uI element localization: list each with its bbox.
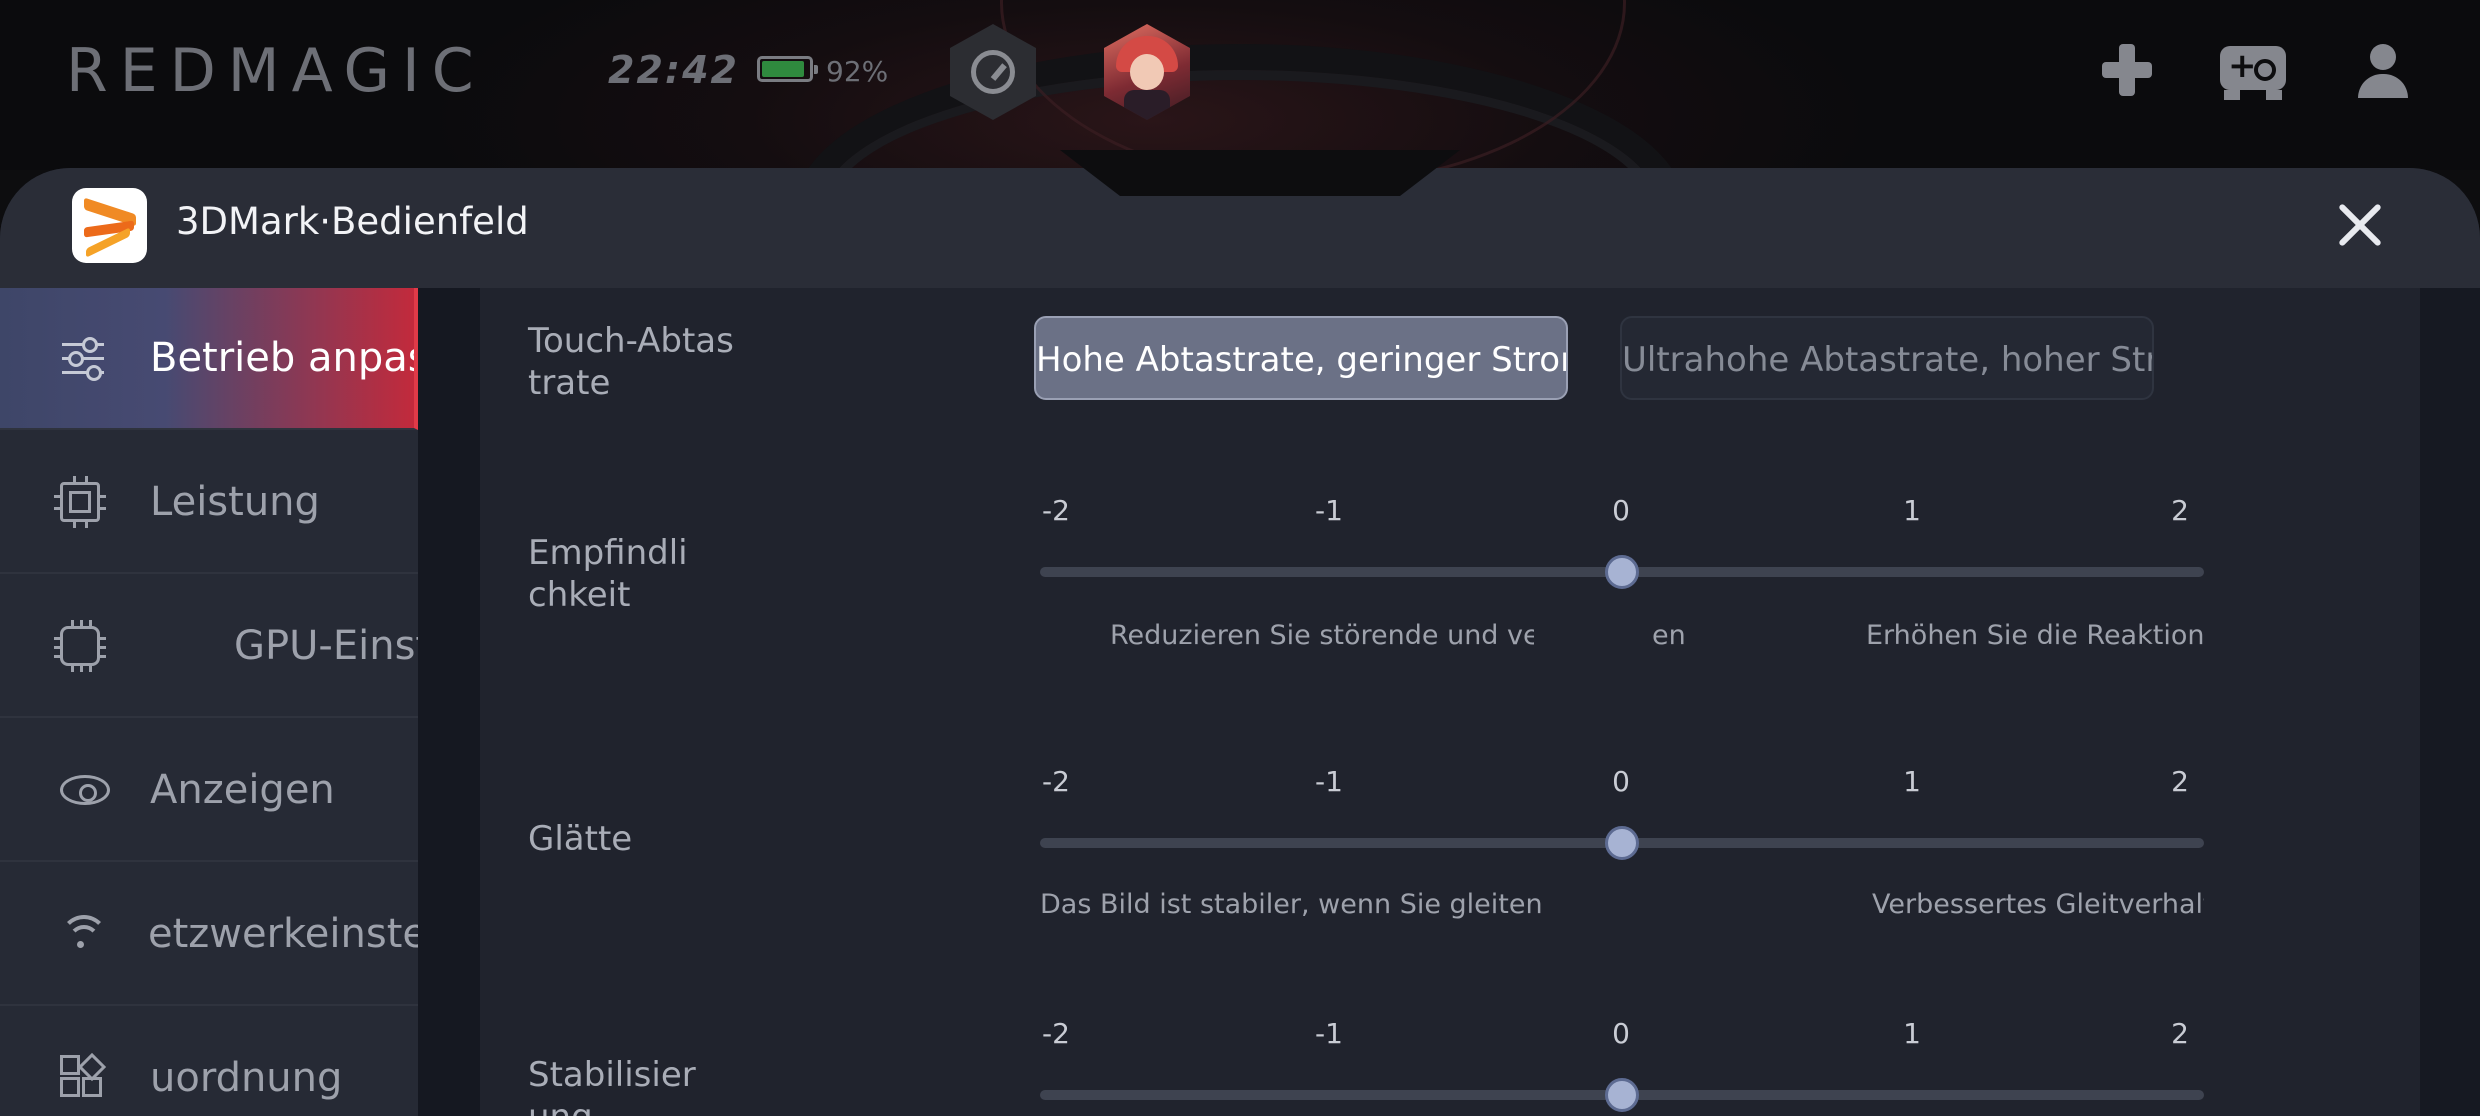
battery-fill: [762, 61, 804, 77]
option-ultra-high-sampling[interactable]: Ultrahohe Abtastrate, hoher Stron: [1620, 316, 2154, 400]
grid-icon: [60, 1052, 107, 1101]
tick-label: -2: [1042, 765, 1070, 798]
content-right-edge: [2420, 288, 2480, 1116]
chip-icon: [54, 476, 106, 528]
tick-label: 2: [2171, 494, 2189, 527]
sidebar-item-label: GPU-Einst: [234, 623, 418, 669]
gpu-chip-icon: [54, 620, 106, 672]
smoothness-hint-right: Verbessertes Gleitverhalten: [1872, 889, 2204, 920]
3dmark-icon: [72, 188, 147, 263]
sliders-icon: [60, 335, 106, 381]
settings-content[interactable]: Touch-Abtas trate Hohe Abtastrate, gering…: [480, 288, 2420, 1116]
smoothness-hint-left: Das Bild ist stabiler, wenn Sie gleiten: [1040, 889, 1543, 920]
sidebar-divider: [418, 288, 480, 1116]
tick-label: 0: [1612, 765, 1630, 798]
option-high-sampling[interactable]: Hohe Abtastrate, geringer Stromv: [1034, 316, 1568, 400]
tick-label: 1: [1903, 1017, 1921, 1050]
stabilization-label: Stabilisierung: [528, 1055, 696, 1116]
sensitivity-slider-thumb[interactable]: [1605, 555, 1639, 589]
sidebar-item-gpu-einstellungen[interactable]: GPU-Einst: [0, 576, 418, 718]
sidebar-item-betrieb-anpassen[interactable]: Betrieb anpass: [0, 288, 418, 430]
sidebar-item-label: Anzeigen: [150, 767, 335, 813]
sidebar-item-leistung[interactable]: Leistung: [0, 432, 418, 574]
tick-label: 0: [1612, 1017, 1630, 1050]
clock: 22:42: [608, 48, 739, 92]
sensitivity-label: Empfindli chkeit: [528, 533, 688, 615]
tick-label: 0: [1612, 494, 1630, 527]
brand-text: REDMAGIC: [66, 36, 486, 106]
touch-sampling-label: Touch-Abtas trate: [528, 321, 734, 403]
sidebar: Betrieb anpass Leistung GPU-Einst Anzeig…: [0, 288, 418, 1116]
sensitivity-hint-right: Erhöhen Sie die Reaktions: [1866, 620, 2204, 651]
wifi-icon: [60, 911, 108, 957]
battery-percent: 92%: [826, 55, 889, 88]
sidebar-item-anzeigen[interactable]: Anzeigen: [0, 720, 418, 862]
tick-label: -2: [1042, 1017, 1070, 1050]
sensitivity-hint-mid: en: [1652, 620, 1686, 651]
panel-title: 3DMark·Bedienfeld: [176, 200, 529, 243]
sidebar-item-label: Leistung: [150, 479, 320, 525]
tick-label: 1: [1903, 765, 1921, 798]
tick-label: 1: [1903, 494, 1921, 527]
eye-icon: [60, 775, 110, 805]
sidebar-item-label: etzwerkeinstell: [148, 911, 418, 957]
smoothness-label: Glätte: [528, 819, 633, 859]
user-icon[interactable]: [2356, 40, 2410, 100]
stabilization-slider-thumb[interactable]: [1605, 1078, 1639, 1112]
brand-logo: REDMAGIC: [66, 36, 486, 106]
smoothness-slider-thumb[interactable]: [1605, 826, 1639, 860]
sidebar-item-label: uordnung: [150, 1055, 343, 1101]
sidebar-item-label: Betrieb anpass: [150, 335, 414, 381]
tick-label: 2: [2171, 765, 2189, 798]
battery-icon: [757, 56, 818, 82]
close-icon[interactable]: [2330, 195, 2390, 255]
sensitivity-hint-left: Reduzieren Sie störende und verseh: [1110, 620, 1534, 651]
sidebar-item-tastenzuordnung[interactable]: uordnung: [0, 1008, 418, 1116]
gamepad-icon[interactable]: [2092, 40, 2162, 100]
tick-label: -2: [1042, 494, 1070, 527]
controller-icon[interactable]: [2218, 40, 2290, 100]
panel-notch: [1060, 150, 1460, 196]
tick-label: -1: [1315, 765, 1343, 798]
tick-label: -1: [1315, 494, 1343, 527]
tick-label: -1: [1315, 1017, 1343, 1050]
sidebar-item-netzwerkeinstellungen[interactable]: etzwerkeinstell: [0, 864, 418, 1006]
tick-label: 2: [2171, 1017, 2189, 1050]
